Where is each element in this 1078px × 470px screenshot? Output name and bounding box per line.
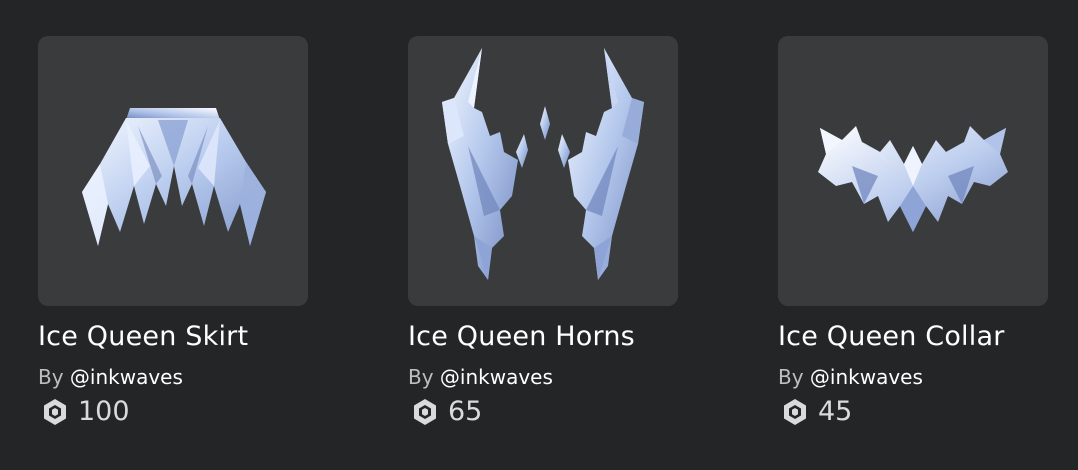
item-name[interactable]: Ice Queen Skirt (38, 320, 308, 354)
item-card[interactable]: Ice Queen Horns By @inkwaves 65 (408, 36, 678, 428)
catalog-grid: Ice Queen Skirt By @inkwaves 100 Ice Que… (0, 0, 1078, 470)
creator-link[interactable]: @inkwaves (70, 365, 183, 389)
item-price-row: 65 (408, 396, 678, 428)
creator-link[interactable]: @inkwaves (810, 365, 923, 389)
item-thumbnail[interactable] (778, 36, 1048, 306)
item-price: 65 (448, 396, 483, 427)
item-price: 45 (818, 396, 853, 427)
item-card[interactable]: Ice Queen Collar By @inkwaves 45 (778, 36, 1048, 428)
item-creator: By @inkwaves (38, 364, 308, 390)
ice-skirt-icon (82, 108, 266, 246)
robux-icon (44, 399, 66, 425)
item-card[interactable]: Ice Queen Skirt By @inkwaves 100 (38, 36, 308, 428)
item-price-row: 100 (38, 396, 308, 428)
by-label: By (778, 365, 804, 389)
item-thumbnail[interactable] (38, 36, 308, 306)
robux-icon (784, 399, 806, 425)
item-creator: By @inkwaves (778, 364, 1048, 390)
item-name[interactable]: Ice Queen Horns (408, 320, 678, 354)
creator-link[interactable]: @inkwaves (440, 365, 553, 389)
item-thumbnail[interactable] (408, 36, 678, 306)
item-price: 100 (78, 396, 130, 427)
item-price-row: 45 (778, 396, 1048, 428)
by-label: By (38, 365, 64, 389)
ice-collar-icon (818, 126, 1008, 232)
robux-icon (414, 399, 436, 425)
item-creator: By @inkwaves (408, 364, 678, 390)
by-label: By (408, 365, 434, 389)
ice-horns-icon (442, 48, 644, 280)
item-name[interactable]: Ice Queen Collar (778, 320, 1048, 354)
